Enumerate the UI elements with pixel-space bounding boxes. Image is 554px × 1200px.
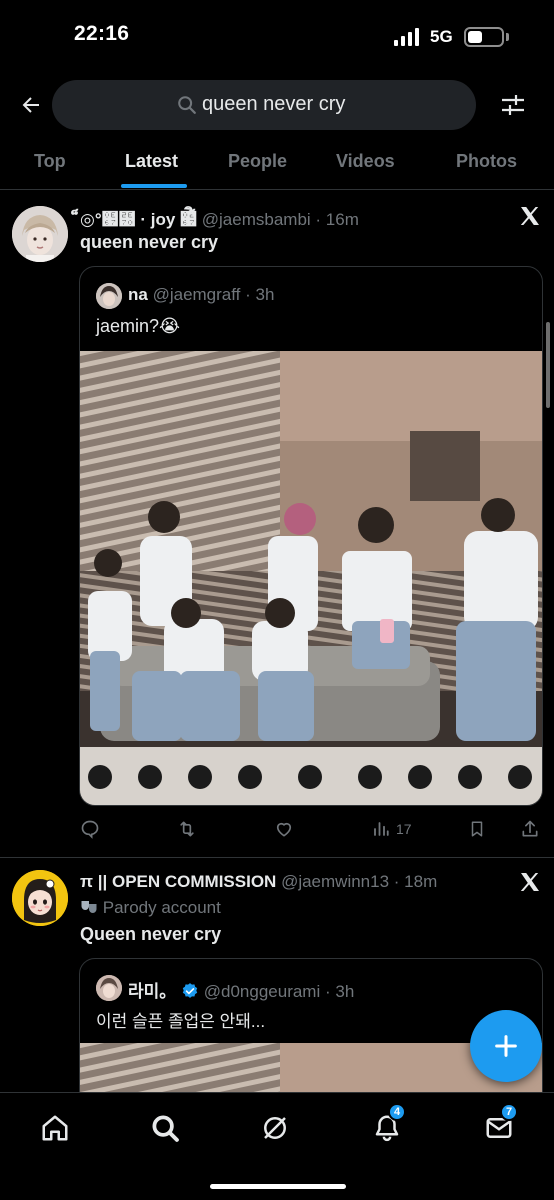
meta-separator: · [240, 285, 256, 304]
quote-header: na @jaemgraff · 3h [128, 285, 274, 305]
network-label: 5G [430, 27, 453, 46]
home-indicator [210, 1184, 346, 1189]
heart-icon [276, 822, 292, 837]
meta-separator: · [310, 210, 326, 229]
author-name[interactable]: π || OPEN COMMISSION [80, 872, 276, 891]
verified-badge-icon [182, 983, 198, 998]
share-button[interactable] [520, 818, 540, 840]
tweet-header: π || OPEN COMMISSION @jaemwinn13 · 18m [80, 872, 437, 892]
repost-button[interactable] [176, 818, 198, 840]
nav-explore[interactable] [148, 1111, 182, 1145]
quote-avatar [96, 283, 122, 309]
sliders-icon [502, 95, 524, 115]
quote-avatar [96, 975, 122, 1001]
share-icon [522, 820, 538, 837]
quote-author-handle: @jaemgraff [152, 285, 241, 304]
parody-label-row: Parody account [80, 898, 221, 918]
nav-grok[interactable] [258, 1111, 292, 1145]
parody-account-label: Parody account [102, 898, 221, 917]
avatar[interactable] [12, 870, 68, 926]
reply-icon [81, 820, 99, 839]
author-handle[interactable]: @jaemwinn13 [281, 872, 389, 891]
compose-post-button[interactable] [470, 1010, 542, 1082]
quote-author-handle: @d0nggeurami [203, 982, 321, 1001]
search-tabs: Top Latest People Videos Photos [0, 140, 554, 190]
reply-button[interactable] [80, 818, 100, 840]
quote-tweet[interactable]: na @jaemgraff · 3h jaemin?😭 [79, 266, 543, 806]
nav-home[interactable] [38, 1111, 72, 1145]
tab-photos[interactable]: Photos [456, 151, 517, 172]
search-input[interactable]: queen never cry [52, 80, 476, 130]
tab-videos[interactable]: Videos [336, 151, 395, 172]
tweet-divider [0, 857, 554, 858]
messages-badge: 7 [500, 1103, 518, 1121]
search-filter-button[interactable] [494, 86, 532, 124]
status-time: 22:16 [74, 22, 130, 45]
plus-icon [495, 1035, 517, 1057]
tweet-time: 18m [404, 872, 438, 891]
views-button[interactable]: 17 [372, 818, 412, 840]
avatar-image [12, 870, 68, 926]
quote-header: 라미。 @d0nggeurami · 3h [128, 977, 354, 1002]
battery-icon [464, 27, 504, 47]
back-button[interactable] [14, 86, 48, 124]
status-bar: 22:16 5G [0, 0, 554, 74]
nav-messages[interactable]: 7 [482, 1103, 518, 1145]
tweet-photo[interactable] [80, 351, 542, 805]
tab-top[interactable]: Top [34, 151, 66, 172]
x-logo-icon[interactable] [518, 204, 542, 228]
arrow-left-icon [22, 97, 39, 113]
battery-nub [506, 33, 509, 41]
home-icon [42, 1115, 68, 1141]
tweet-header: ็◎°๧⹰ · joy ๧็ิ @jaemsbambi · 16m [80, 206, 359, 233]
quote-time: 3h [255, 285, 275, 304]
nav-notifications[interactable]: 4 [370, 1103, 406, 1145]
quote-time: 3h [335, 982, 355, 1001]
quote-text: jaemin?😭 [96, 316, 181, 336]
bookmark-icon [471, 821, 483, 837]
tweet-text: queen never cry [80, 232, 219, 252]
avatar-image [12, 206, 68, 262]
meta-separator: · [320, 982, 336, 1001]
tab-people[interactable]: People [228, 151, 287, 172]
grok-icon [264, 1117, 286, 1139]
bookmark-button[interactable] [468, 818, 486, 840]
scrollbar[interactable] [546, 322, 550, 408]
quote-author-name: na [128, 285, 148, 304]
stage-photo-illustration [80, 351, 542, 805]
signal-icon [394, 28, 420, 46]
avatar[interactable] [12, 206, 68, 262]
search-query: queen never cry [202, 93, 346, 115]
quote-author-name: 라미。 [128, 982, 177, 1001]
like-button[interactable] [274, 818, 294, 840]
theater-masks-icon [81, 901, 97, 913]
active-tab-indicator [121, 184, 187, 188]
author-name[interactable]: ็◎°๧⹰ · joy ๧็ิ [80, 210, 197, 229]
tab-latest[interactable]: Latest [125, 151, 178, 172]
tweet-time: 16m [325, 210, 359, 229]
chart-bar-icon [374, 822, 389, 836]
quote-text: 이런 슬픈 졸업은 안돼... [96, 1012, 266, 1031]
notifications-badge: 4 [388, 1103, 406, 1121]
repost-icon [180, 821, 194, 837]
search-icon [178, 96, 196, 114]
author-handle[interactable]: @jaemsbambi [202, 210, 311, 229]
views-count: 17 [396, 821, 412, 837]
search-icon [152, 1115, 179, 1142]
x-logo-icon[interactable] [518, 870, 542, 894]
meta-separator: · [389, 872, 405, 891]
tweet-text: Queen never cry [80, 924, 222, 944]
